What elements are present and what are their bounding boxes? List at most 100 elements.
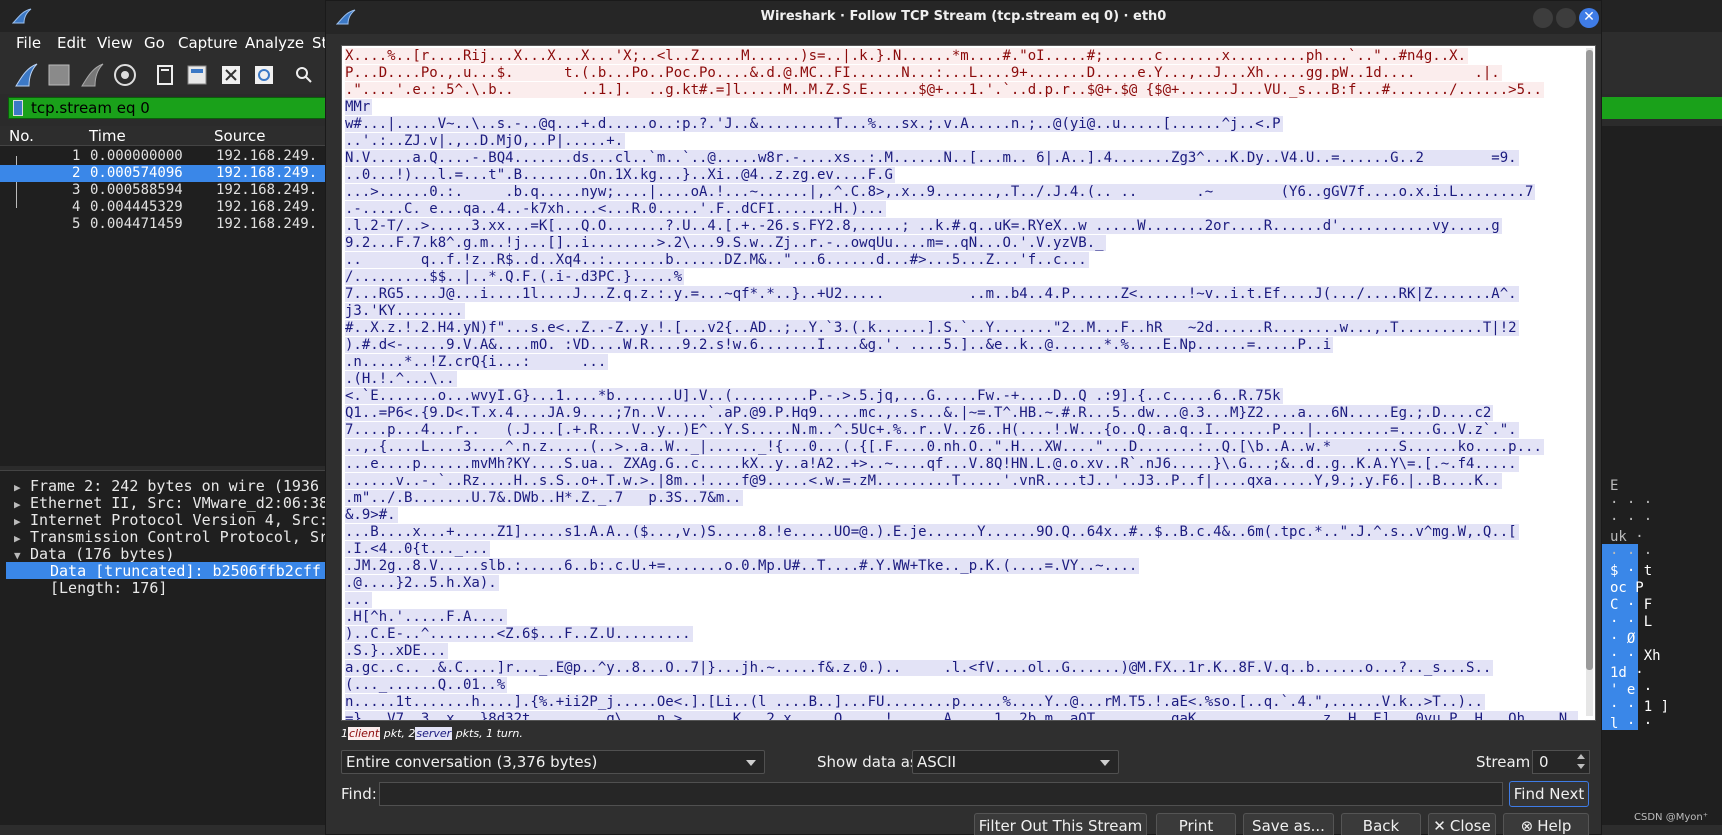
close-file-icon[interactable]	[218, 62, 244, 88]
vertical-scrollbar[interactable]	[1586, 48, 1593, 716]
stream-line-text: X....%..[r....Rij...X...X...X...'X;..<l.…	[345, 48, 1469, 64]
show-data-select[interactable]: ASCII	[912, 750, 1119, 774]
dialog-titlebar[interactable]: Wireshark · Follow TCP Stream (tcp.strea…	[326, 1, 1601, 34]
packet-row-selected[interactable]: 2 0.000574096 192.168.249.	[0, 165, 330, 182]
spin-down-icon[interactable]	[1577, 764, 1585, 769]
collapse-arrow-icon[interactable]: ▼	[14, 549, 30, 562]
packet-row[interactable]: 4 0.004445329 192.168.249.	[0, 199, 330, 216]
stream-summary: 1client pkt, 2server pkts, 1 turn.	[341, 727, 523, 740]
spin-up-icon[interactable]	[1577, 754, 1585, 759]
stream-line-text: ..0...!)...l.=...t".B........On.1X.kg...…	[345, 167, 895, 183]
back-button[interactable]: Back	[1341, 813, 1421, 835]
find-input[interactable]	[379, 782, 1503, 806]
packet-row[interactable]: 3 0.000588594 192.168.249.	[0, 182, 330, 199]
server-stream-line: .S.}..xDE...	[345, 643, 1585, 660]
server-stream-line: =}...V7..3..x...}8d32t.........q\....n.>…	[345, 711, 1585, 720]
find-packet-icon[interactable]	[291, 62, 317, 88]
column-source[interactable]: Source	[214, 127, 266, 145]
detail-frame[interactable]: ▶ Frame 2: 242 bytes on wire (1936	[14, 477, 319, 495]
restart-capture-icon[interactable]	[79, 62, 105, 88]
server-stream-line: <.`E.......o...wvyI.G}...1....*b.......U…	[345, 388, 1585, 405]
server-stream-line: n.....1t.......h....].{%.+ii2P_j.....Oe<…	[345, 694, 1585, 711]
stream-content-area[interactable]: X....%..[r....Rij...X...X...X...'X;..<l.…	[341, 45, 1596, 721]
menu-capture[interactable]: Capture	[178, 34, 238, 52]
chevron-down-icon	[1100, 760, 1110, 766]
packet-list-header: No. Time Source	[0, 126, 330, 146]
menu-go[interactable]: Go	[144, 34, 165, 52]
scrollbar-thumb[interactable]	[1586, 50, 1593, 670]
detail-ipv4[interactable]: ▶ Internet Protocol Version 4, Src:	[14, 511, 328, 529]
column-no[interactable]: No.	[9, 127, 34, 145]
stream-line-text: .(H.!.^...\..	[345, 371, 457, 387]
stream-line-text: (..._......Q..01..%	[345, 677, 508, 693]
stream-line-text: <.`E.......o...wvyI.G}...1....*b.......U…	[345, 388, 1283, 404]
close-icon: ✕	[1583, 9, 1595, 25]
capture-options-icon[interactable]	[112, 62, 138, 88]
column-time[interactable]: Time	[89, 127, 126, 145]
menu-view[interactable]: View	[97, 34, 133, 52]
server-stream-line: &.9>#.	[345, 507, 1585, 524]
open-file-icon[interactable]	[152, 62, 178, 88]
conversation-select[interactable]: Entire conversation (3,376 bytes)	[341, 750, 765, 774]
start-capture-icon[interactable]	[13, 62, 39, 88]
display-filter-input[interactable]: tcp.stream eq 0	[31, 99, 150, 117]
find-next-button[interactable]: Find Next	[1509, 781, 1589, 807]
server-stream-line: ..'.:..ZJ.v|.,..D.MjO,..P|.....+.	[345, 133, 1585, 150]
client-stream-line: ."....'.e.:.5^.\.b.. ..1.]. ..g.kt#.=]l.…	[345, 82, 1585, 99]
wireshark-logo-icon	[12, 8, 32, 24]
stream-line-text: .@....}2..5.h.Xa).	[345, 575, 499, 591]
detail-length[interactable]: [Length: 176]	[50, 579, 167, 597]
menu-analyze[interactable]: Analyze	[245, 34, 304, 52]
server-stream-line: .JM.2g..8.V.....slb.:.....6..b:.c.U.+=..…	[345, 558, 1585, 575]
bookmark-icon[interactable]	[13, 100, 23, 116]
stream-text: X....%..[r....Rij...X...X...X...'X;..<l.…	[345, 48, 1585, 720]
server-stream-line: (..._......Q..01..%	[345, 677, 1585, 694]
close-button[interactable]: ✕ Close	[1428, 813, 1496, 835]
stream-line-text: ."....'.e.:.5^.\.b.. ..1.]. ..g.kt#.=]l.…	[345, 82, 1544, 98]
stop-capture-icon[interactable]	[46, 62, 72, 88]
server-stream-line: .-.....C. e...qa..4..-k7xh....<...R.0...…	[345, 201, 1585, 218]
expand-arrow-icon[interactable]: ▶	[14, 515, 30, 528]
save-as-button[interactable]: Save as...	[1243, 813, 1334, 835]
packet-row[interactable]: 1 0.000000000 192.168.249.	[0, 148, 330, 165]
server-stream-line: ...B....x...+.....Z1].....s1.A.A..($...,…	[345, 524, 1585, 541]
filter-out-stream-button[interactable]: Filter Out This Stream	[974, 813, 1147, 835]
save-file-icon[interactable]	[184, 62, 210, 88]
stream-number-spinner[interactable]: 0	[1532, 750, 1590, 774]
server-stream-line: N.V.....a.Q....-.BQ4.......ds...cl..`m..…	[345, 150, 1585, 167]
server-stream-line: ......v..-.`..Rz....H..s.S..o+.T.w.>.|8m…	[345, 473, 1585, 490]
dialog-title: Wireshark · Follow TCP Stream (tcp.strea…	[760, 9, 1167, 24]
expand-arrow-icon[interactable]: ▶	[14, 498, 30, 511]
print-button[interactable]: Print	[1156, 813, 1236, 835]
window-close-button[interactable]: ✕	[1579, 8, 1599, 28]
packet-row[interactable]: 5 0.004471459 192.168.249.	[0, 216, 330, 233]
server-stream-line: .I.<4..0{t..._...	[345, 541, 1585, 558]
chevron-down-icon	[746, 760, 756, 766]
stream-line-text: ...e....p......mvMh?KY....S.ua.. ZXAg.G.…	[345, 456, 1519, 472]
stream-line-text: /.........$$..|..*.Q.F.(.i-.d3PC.}.....%	[345, 269, 685, 285]
server-stream-line: .l.2-T/..>.....3.xx...=K[...Q.O.......?.…	[345, 218, 1585, 235]
detail-ethernet[interactable]: ▶ Ethernet II, Src: VMware_d2:06:38	[14, 494, 328, 512]
menu-file[interactable]: File	[16, 34, 41, 52]
detail-data[interactable]: ▼ Data (176 bytes)	[14, 545, 175, 563]
expand-arrow-icon[interactable]: ▶	[14, 481, 30, 494]
server-tag: server	[415, 727, 453, 740]
minimize-button[interactable]	[1533, 8, 1553, 28]
reload-file-icon[interactable]	[251, 62, 277, 88]
help-button[interactable]: ⊗ Help	[1503, 813, 1589, 835]
expand-arrow-icon[interactable]: ▶	[14, 532, 30, 545]
detail-data-truncated[interactable]: Data [truncated]: b2506ffb2cff	[6, 562, 330, 580]
stream-line-text: ...B....x...+.....Z1].....s1.A.A..($...,…	[345, 524, 1519, 540]
detail-tcp[interactable]: ▶ Transmission Control Protocol, Sr	[14, 528, 328, 546]
stream-line-text: &.9>#.	[345, 507, 398, 523]
stream-line-text: )..C.E-..^........<Z.6$...F..Z.U........…	[345, 626, 693, 642]
stream-line-text: .I.<4..0{t..._...	[345, 541, 491, 557]
stream-line-text: .. q..f.!z..R$..d..Xq4..:.......b......D…	[345, 252, 1089, 268]
stream-line-text: ......v..-.`..Rz....H..s.S..o+.T.w.>.|8m…	[345, 473, 1502, 489]
maximize-button[interactable]	[1556, 8, 1576, 28]
server-stream-line: ...	[345, 592, 1585, 609]
menu-edit[interactable]: Edit	[57, 34, 86, 52]
server-stream-line: 7...RG5....J@...i....1l....J...Z.q.z.:.y…	[345, 286, 1585, 303]
server-stream-line: ...>......0.:. .b.q.....nyw;....|....oA.…	[345, 184, 1585, 201]
server-stream-line: a.gc..c.. .&.C....]r..._.E@p..^y..8...O.…	[345, 660, 1585, 677]
